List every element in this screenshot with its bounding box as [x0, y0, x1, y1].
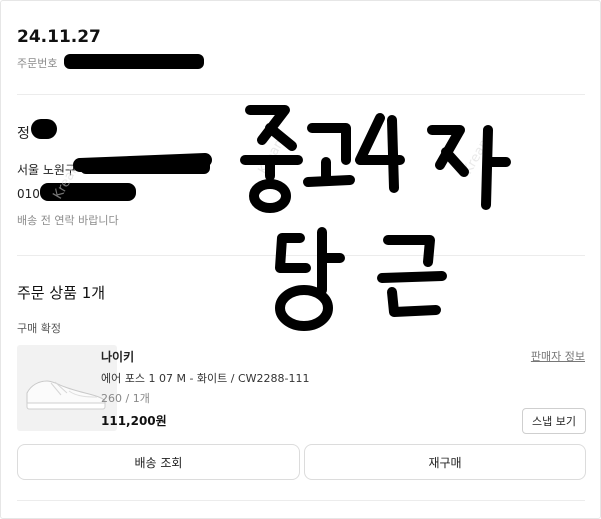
- order-number-redaction: [64, 54, 204, 69]
- order-status: 구매 확정: [17, 322, 61, 335]
- product-option: 260 / 1개: [101, 392, 150, 405]
- reorder-button[interactable]: 재구매: [304, 444, 586, 480]
- items-section-title: 주문 상품 1개: [17, 284, 106, 302]
- address-redaction: [80, 158, 210, 174]
- shipping-address: 서울 노원구: [17, 163, 77, 177]
- seller-info-link[interactable]: 판매자 정보: [531, 348, 585, 364]
- delivery-memo: 배송 전 연락 바랍니다: [17, 214, 119, 227]
- recipient-name-redaction: [31, 119, 57, 139]
- divider-1: [17, 94, 585, 95]
- snap-view-button[interactable]: 스냅 보기: [522, 408, 586, 434]
- product-price: 111,200원: [101, 414, 167, 428]
- product-name[interactable]: 에어 포스 1 07 M - 화이트 / CW2288-111: [101, 370, 310, 386]
- recipient-name: 정: [17, 126, 30, 142]
- divider-2: [17, 255, 585, 256]
- phone-redaction: [40, 183, 136, 201]
- order-number-label: 주문번호: [17, 57, 58, 70]
- product-brand: 나이키: [101, 350, 135, 364]
- phone-number: 010: [17, 187, 40, 201]
- order-date: 24.11.27: [17, 27, 101, 47]
- page-frame: [0, 0, 601, 519]
- track-shipping-button[interactable]: 배송 조회: [17, 444, 300, 480]
- divider-3: [17, 500, 585, 501]
